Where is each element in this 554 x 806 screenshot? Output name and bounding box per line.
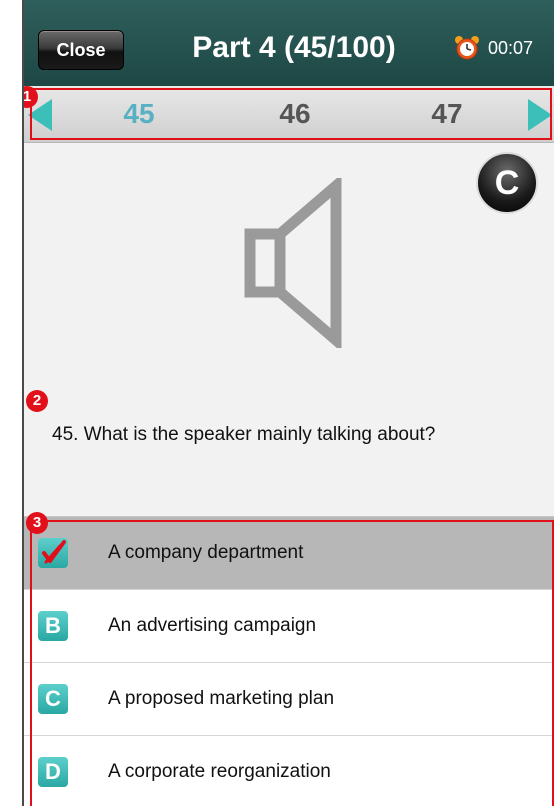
options-highlight-box — [30, 520, 554, 806]
timer-text: 00:07 — [488, 37, 534, 58]
speaker-icon[interactable] — [244, 178, 344, 348]
page-title: Part 4 (45/100) — [192, 31, 396, 64]
callout-marker-3: 3 — [26, 512, 48, 534]
header-bar: Close Part 4 (45/100) 00:07 — [24, 0, 554, 86]
callout-marker-2: 2 — [26, 390, 48, 412]
timer: 00:07 — [454, 34, 533, 62]
question-text: 45. What is the speaker mainly talking a… — [52, 424, 436, 445]
quiz-screen: Close Part 4 (45/100) 00:07 45 46 47 C 4… — [24, 0, 554, 806]
navigator-highlight-box — [30, 88, 552, 140]
answer-badge[interactable]: C — [476, 152, 538, 214]
close-button[interactable]: Close — [38, 30, 124, 70]
alarm-clock-icon — [455, 36, 479, 60]
